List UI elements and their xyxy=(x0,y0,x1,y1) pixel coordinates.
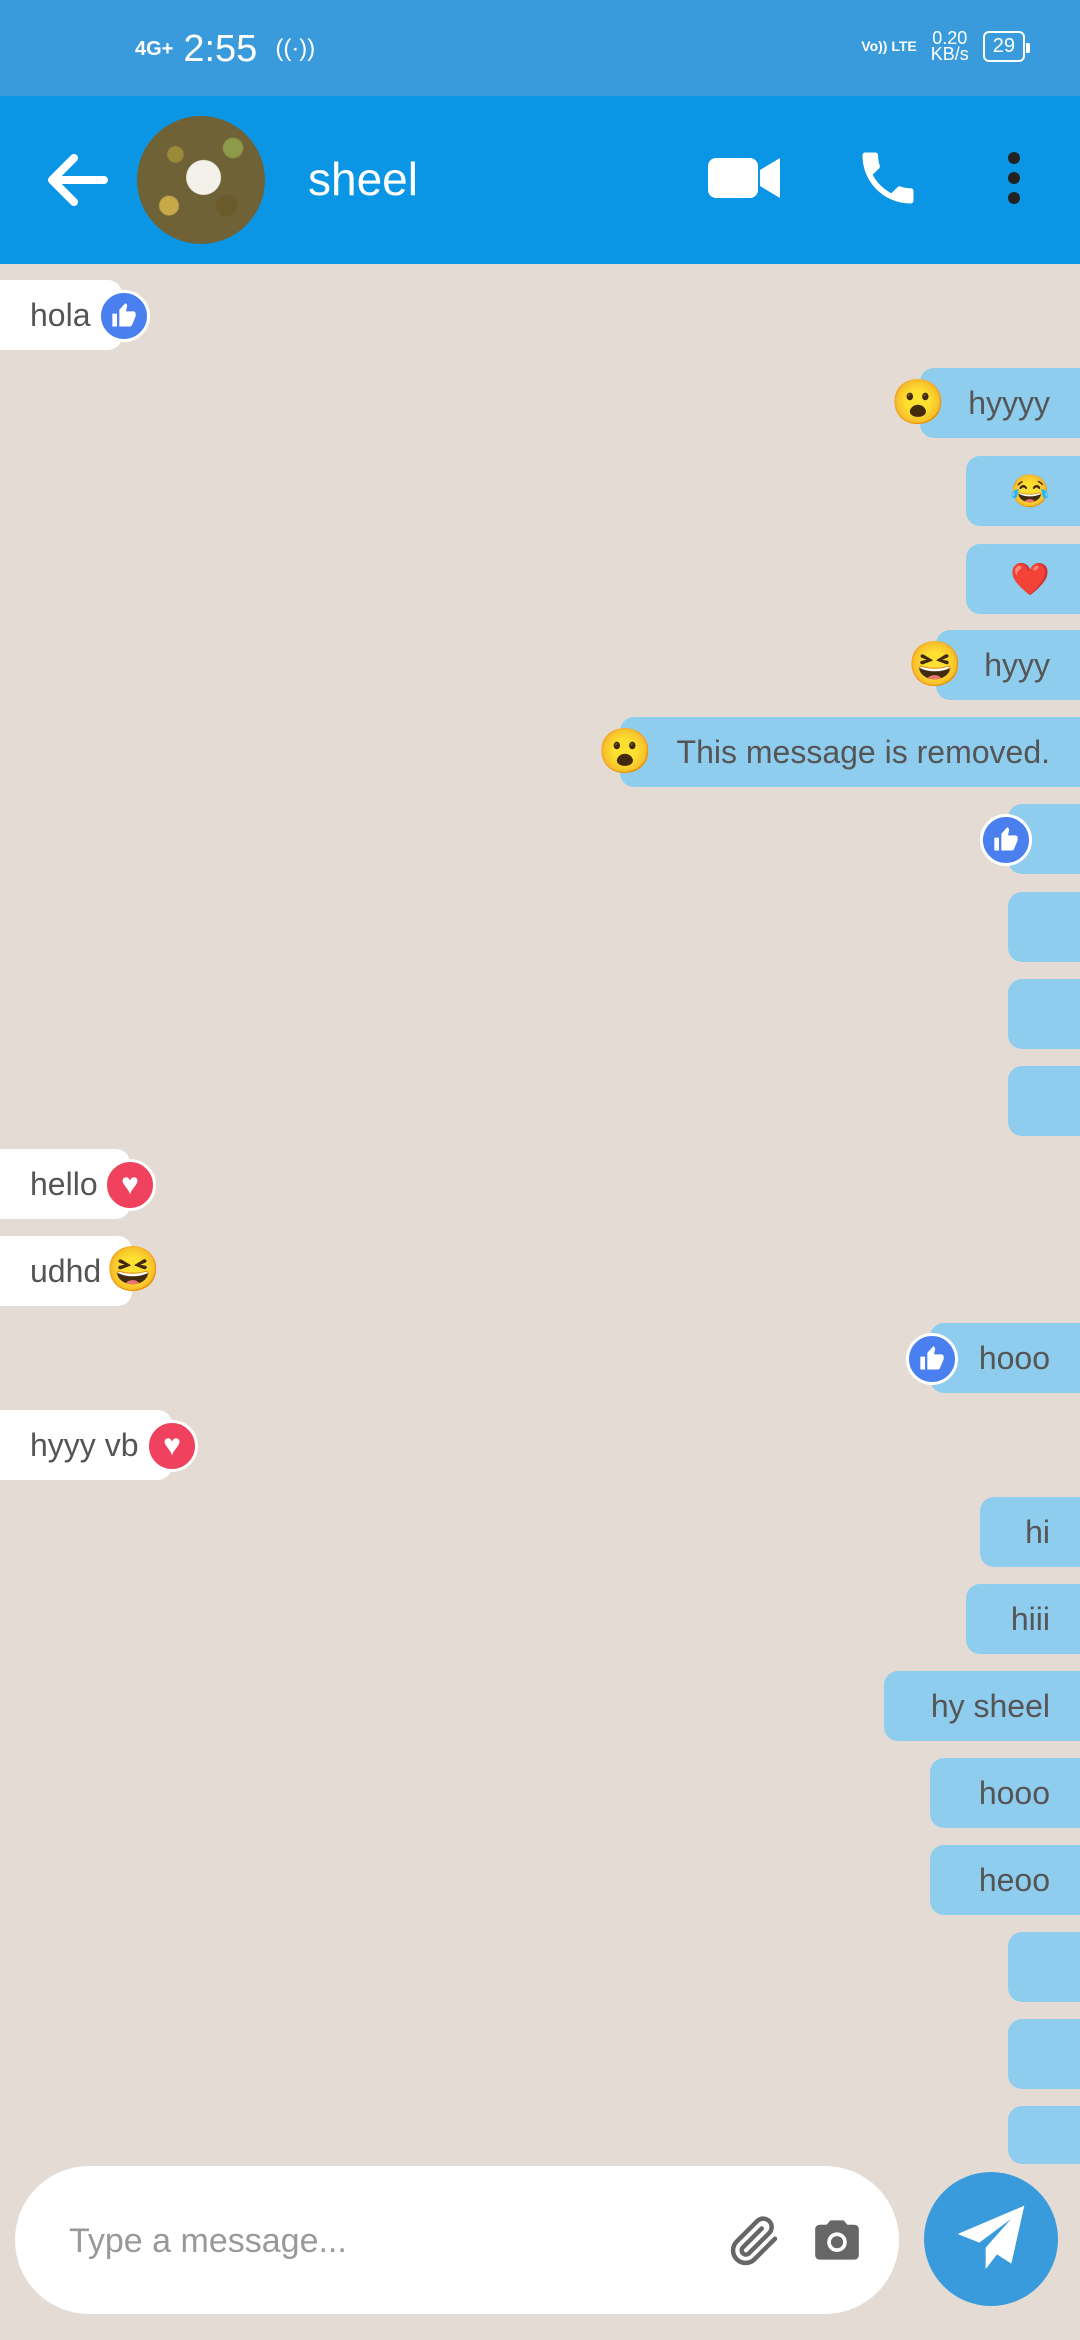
back-arrow-icon xyxy=(48,154,108,206)
avatar[interactable] xyxy=(137,116,265,244)
outgoing-message[interactable]: hy sheel xyxy=(884,1671,1080,1741)
message-text: hy sheel xyxy=(930,1687,1050,1724)
message-list[interactable]: hola hyyyy 😮 😂 ❤️ hyyy 😆 This message is… xyxy=(0,264,1080,2164)
reaction-like-icon[interactable] xyxy=(98,290,150,342)
reaction-laugh-icon[interactable]: 😆 xyxy=(908,639,963,689)
phone-icon xyxy=(862,152,914,204)
contact-name[interactable]: sheel xyxy=(308,152,418,206)
reaction-laugh-icon[interactable]: 😆 xyxy=(106,1244,161,1294)
reaction-wow-icon[interactable]: 😮 xyxy=(598,726,653,776)
camera-button[interactable] xyxy=(810,2216,864,2269)
attach-icon xyxy=(730,2216,778,2266)
network-speed: 0.20 KB/s xyxy=(930,29,969,64)
message-text: hi xyxy=(1025,1513,1050,1550)
message-composer xyxy=(15,2166,899,2314)
message-text: hola xyxy=(30,296,91,333)
volte-indicator: Vo)) LTE xyxy=(861,38,917,54)
network-indicator: 4G+ xyxy=(135,38,174,60)
message-text: heoo xyxy=(978,1861,1050,1898)
more-vert-icon xyxy=(1008,152,1020,204)
outgoing-message[interactable] xyxy=(1008,892,1080,962)
message-text: 😂 xyxy=(1010,473,1050,509)
reaction-wow-icon[interactable]: 😮 xyxy=(891,377,946,427)
message-text: This message is removed. xyxy=(676,733,1050,770)
reaction-like-icon[interactable] xyxy=(906,1333,958,1385)
outgoing-message[interactable] xyxy=(1008,1066,1080,1136)
outgoing-message[interactable] xyxy=(1008,2106,1080,2164)
outgoing-message[interactable]: heoo xyxy=(930,1845,1080,1915)
video-call-icon xyxy=(708,158,780,198)
message-input[interactable] xyxy=(67,2210,691,2272)
send-button[interactable] xyxy=(924,2172,1058,2306)
status-time: 2:55 xyxy=(183,27,258,70)
outgoing-message[interactable]: This message is removed. xyxy=(620,717,1080,787)
back-button[interactable] xyxy=(40,144,112,216)
status-right: Vo)) LTE 0.20 KB/s 29 xyxy=(861,29,1031,64)
battery-indicator: 29 xyxy=(982,30,1031,62)
chat-header: sheel xyxy=(0,96,1080,264)
message-text: hyyy vb xyxy=(30,1426,139,1463)
camera-icon xyxy=(815,2220,859,2260)
outgoing-message[interactable] xyxy=(1008,1932,1080,2002)
message-text: hiii xyxy=(1010,1600,1050,1637)
reaction-like-icon[interactable] xyxy=(980,814,1032,866)
outgoing-message[interactable]: ❤️ xyxy=(966,544,1080,614)
send-icon xyxy=(957,2205,1025,2269)
voice-call-button[interactable] xyxy=(854,140,922,221)
reaction-heart-icon[interactable]: ♥ xyxy=(104,1159,156,1211)
outgoing-message[interactable]: hiii xyxy=(966,1584,1080,1654)
status-left: 4G+ 2:55 ((·)) xyxy=(135,22,315,76)
reaction-heart-icon[interactable]: ♥ xyxy=(146,1420,198,1472)
outgoing-message[interactable]: hooo xyxy=(930,1758,1080,1828)
message-text: hello xyxy=(30,1165,98,1202)
hotspot-icon: ((·)) xyxy=(275,35,316,62)
speed-unit: KB/s xyxy=(930,44,969,64)
video-call-button[interactable] xyxy=(706,140,782,221)
attach-button[interactable] xyxy=(725,2210,785,2275)
message-text: hooo xyxy=(978,1339,1050,1376)
message-text: ❤️ xyxy=(1010,561,1050,597)
message-text: udhd xyxy=(30,1252,102,1289)
message-text: hyyyy xyxy=(968,384,1050,421)
outgoing-message[interactable]: hi xyxy=(980,1497,1080,1567)
outgoing-message[interactable]: 😂 xyxy=(966,456,1080,526)
message-text: hooo xyxy=(978,1774,1050,1811)
more-options-button[interactable] xyxy=(996,140,1032,221)
outgoing-message[interactable] xyxy=(1008,979,1080,1049)
message-text: hyyy xyxy=(984,646,1050,683)
status-bar: 4G+ 2:55 ((·)) Vo)) LTE 0.20 KB/s 29 xyxy=(0,0,1080,96)
outgoing-message[interactable] xyxy=(1008,2019,1080,2089)
